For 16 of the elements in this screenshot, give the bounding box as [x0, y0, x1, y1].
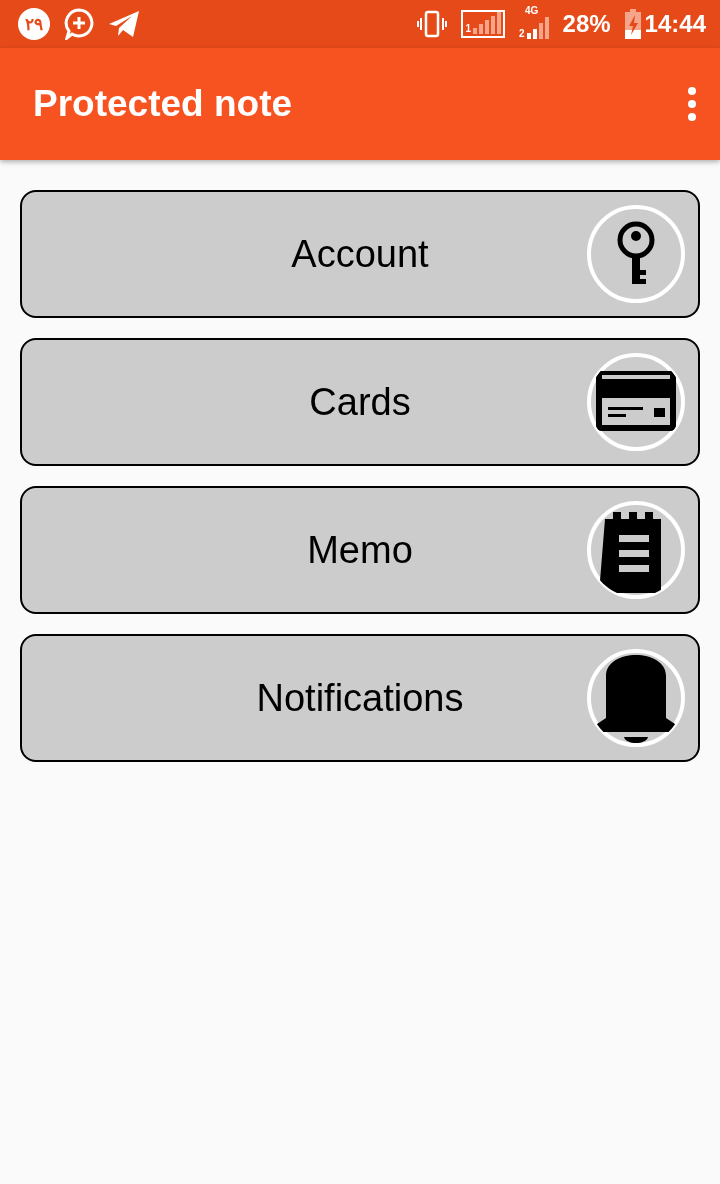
date-badge: ۲۹: [18, 8, 50, 40]
battery-percent: 28%: [562, 10, 611, 38]
menu-item-button[interactable]: Notifications: [20, 634, 700, 762]
send-icon: [108, 10, 140, 38]
menu-item-button[interactable]: Account: [20, 190, 700, 318]
chat-add-icon: [64, 8, 94, 40]
clock: 14:44: [644, 10, 706, 38]
credit-card-icon: [596, 371, 676, 431]
signal-icon: 1: [461, 10, 505, 38]
battery-charging-icon: [624, 9, 641, 39]
more-options-icon[interactable]: [686, 86, 698, 122]
vibrate-icon: [417, 9, 448, 39]
menu-item-button[interactable]: Cards: [20, 338, 700, 466]
app-title: Protected note: [33, 83, 294, 125]
key-icon: [617, 221, 655, 284]
menu-item-button[interactable]: Memo: [20, 486, 700, 614]
